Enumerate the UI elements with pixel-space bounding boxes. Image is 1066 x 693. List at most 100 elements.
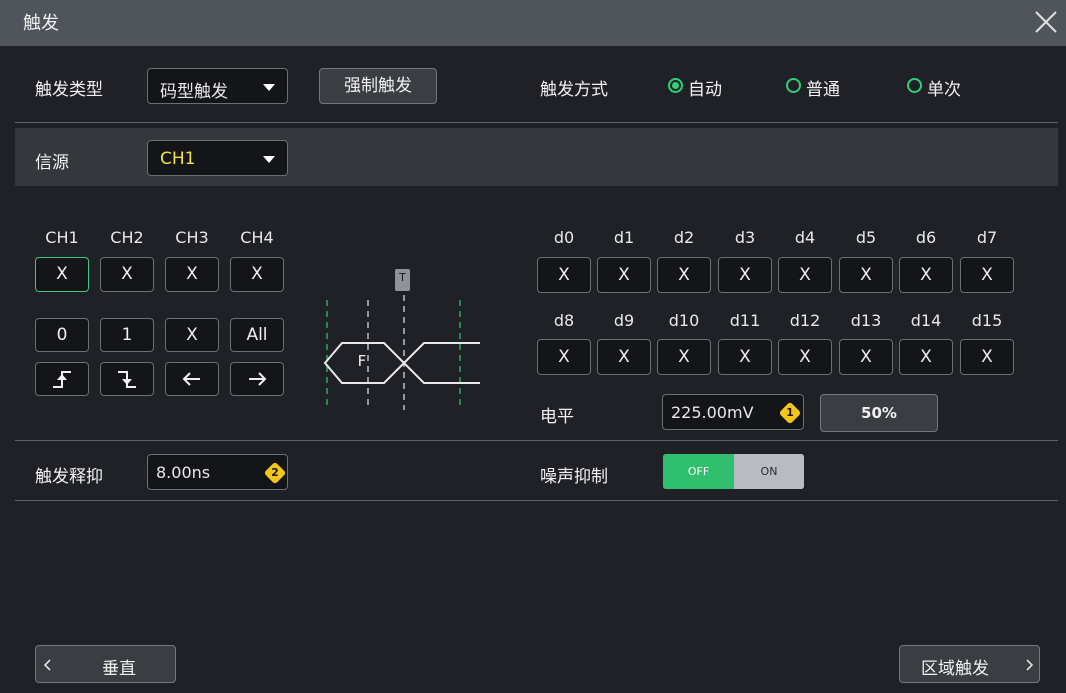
radio-auto-label: 自动	[688, 80, 722, 100]
digital-label: d12	[789, 311, 821, 330]
level-50-percent-button[interactable]: 50%	[820, 394, 938, 432]
digital-d12-button[interactable]: X	[778, 339, 832, 375]
digital-d2-button[interactable]: X	[657, 257, 711, 293]
level-value: 225.00mV	[671, 403, 754, 422]
digital-d13-button[interactable]: X	[839, 339, 893, 375]
digital-d3-button[interactable]: X	[718, 257, 772, 293]
channel-label: CH4	[240, 228, 274, 247]
knob-badge-text: 2	[271, 466, 279, 479]
trigger-type-label: 触发类型	[35, 80, 103, 100]
digital-d14-button[interactable]: X	[899, 339, 953, 375]
pattern-all-button[interactable]: All	[230, 318, 284, 352]
move-left-button[interactable]	[165, 362, 219, 396]
pattern-label: F	[357, 352, 367, 370]
digital-d9-button[interactable]: X	[597, 339, 651, 375]
channel-ch1-button[interactable]: X	[35, 257, 89, 292]
radio-normal-label: 普通	[806, 80, 840, 100]
source-select[interactable]: CH1	[147, 140, 288, 176]
next-page-button[interactable]: 区域触发	[899, 645, 1040, 683]
chevron-left-icon	[43, 659, 51, 671]
trigger-mode-label: 触发方式	[540, 80, 608, 100]
divider	[15, 122, 1058, 123]
digital-label: d10	[668, 311, 700, 330]
digital-d11-button[interactable]: X	[718, 339, 772, 375]
rising-edge-button[interactable]	[35, 362, 89, 396]
digital-label: d6	[915, 228, 937, 247]
holdoff-label: 触发释抑	[35, 467, 103, 487]
rising-edge-icon	[53, 371, 71, 388]
source-value: CH1	[160, 149, 196, 169]
channel-label: CH1	[45, 228, 79, 247]
digital-d0-button[interactable]: X	[537, 257, 591, 293]
prev-page-button[interactable]: 垂直	[35, 645, 176, 683]
digital-d4-button[interactable]: X	[778, 257, 832, 293]
digital-d6-button[interactable]: X	[899, 257, 953, 293]
noise-reject-label: 噪声抑制	[540, 467, 608, 487]
pattern-0-button[interactable]: 0	[35, 318, 89, 352]
close-icon[interactable]	[1030, 6, 1062, 38]
digital-label: d1	[613, 228, 635, 247]
arrow-left-icon	[182, 372, 200, 386]
pattern-diagram: T F	[318, 265, 488, 410]
radio-normal[interactable]: 普通	[786, 77, 906, 100]
title-bar	[0, 0, 1066, 46]
digital-label: d14	[910, 311, 942, 330]
noise-reject-toggle[interactable]: OFF ON	[663, 454, 804, 489]
radio-selected-icon	[668, 78, 683, 93]
digital-label: d0	[553, 228, 575, 247]
digital-d7-button[interactable]: X	[960, 257, 1014, 293]
knob-2-badge-icon: 2	[263, 461, 287, 485]
force-trigger-button[interactable]: 强制触发	[319, 68, 437, 104]
divider	[15, 440, 1058, 441]
digital-label: d11	[729, 311, 761, 330]
radio-single[interactable]: 单次	[907, 77, 1027, 100]
pattern-x-button[interactable]: X	[165, 318, 219, 352]
digital-label: d8	[553, 311, 575, 330]
digital-d10-button[interactable]: X	[657, 339, 711, 375]
falling-edge-icon	[118, 371, 136, 388]
holdoff-value: 8.00ns	[156, 463, 211, 482]
digital-label: d5	[855, 228, 877, 247]
chevron-down-icon	[263, 156, 275, 163]
digital-d5-button[interactable]: X	[839, 257, 893, 293]
pattern-1-button[interactable]: 1	[100, 318, 154, 352]
chevron-down-icon	[263, 84, 275, 91]
level-label: 电平	[540, 407, 574, 427]
digital-label: d7	[976, 228, 998, 247]
radio-auto[interactable]: 自动	[668, 77, 788, 100]
chevron-right-icon	[1026, 659, 1034, 671]
knob-1-badge-icon: 1	[778, 401, 802, 425]
digital-d8-button[interactable]: X	[537, 339, 591, 375]
radio-unselected-icon	[907, 78, 922, 93]
toggle-off-option[interactable]: OFF	[663, 454, 734, 489]
digital-label: d4	[794, 228, 816, 247]
radio-single-label: 单次	[927, 80, 961, 100]
window-title: 触发	[23, 13, 59, 34]
knob-badge-text: 1	[786, 406, 794, 419]
trigger-type-select[interactable]: 码型触发	[147, 68, 288, 104]
level-input[interactable]: 225.00mV 1	[662, 394, 804, 430]
digital-d15-button[interactable]: X	[960, 339, 1014, 375]
digital-label: d3	[734, 228, 756, 247]
channel-ch3-button[interactable]: X	[165, 257, 219, 292]
digital-label: d13	[850, 311, 882, 330]
trigger-type-value: 码型触发	[160, 82, 228, 102]
radio-unselected-icon	[786, 78, 801, 93]
trigger-marker-label: T	[399, 271, 406, 284]
prev-page-label: 垂直	[102, 659, 136, 679]
digital-d1-button[interactable]: X	[597, 257, 651, 293]
toggle-on-option[interactable]: ON	[734, 454, 804, 489]
channel-ch4-button[interactable]: X	[230, 257, 284, 292]
digital-label: d2	[673, 228, 695, 247]
channel-label: CH3	[175, 228, 209, 247]
arrow-right-icon	[249, 372, 267, 386]
trigger-marker: T	[395, 269, 410, 291]
holdoff-input[interactable]: 8.00ns 2	[147, 454, 288, 490]
move-right-button[interactable]	[230, 362, 284, 396]
next-page-label: 区域触发	[921, 659, 989, 679]
channel-ch2-button[interactable]: X	[100, 257, 154, 292]
source-label: 信源	[35, 153, 69, 173]
digital-label: d9	[613, 311, 635, 330]
divider	[15, 500, 1058, 501]
falling-edge-button[interactable]	[100, 362, 154, 396]
